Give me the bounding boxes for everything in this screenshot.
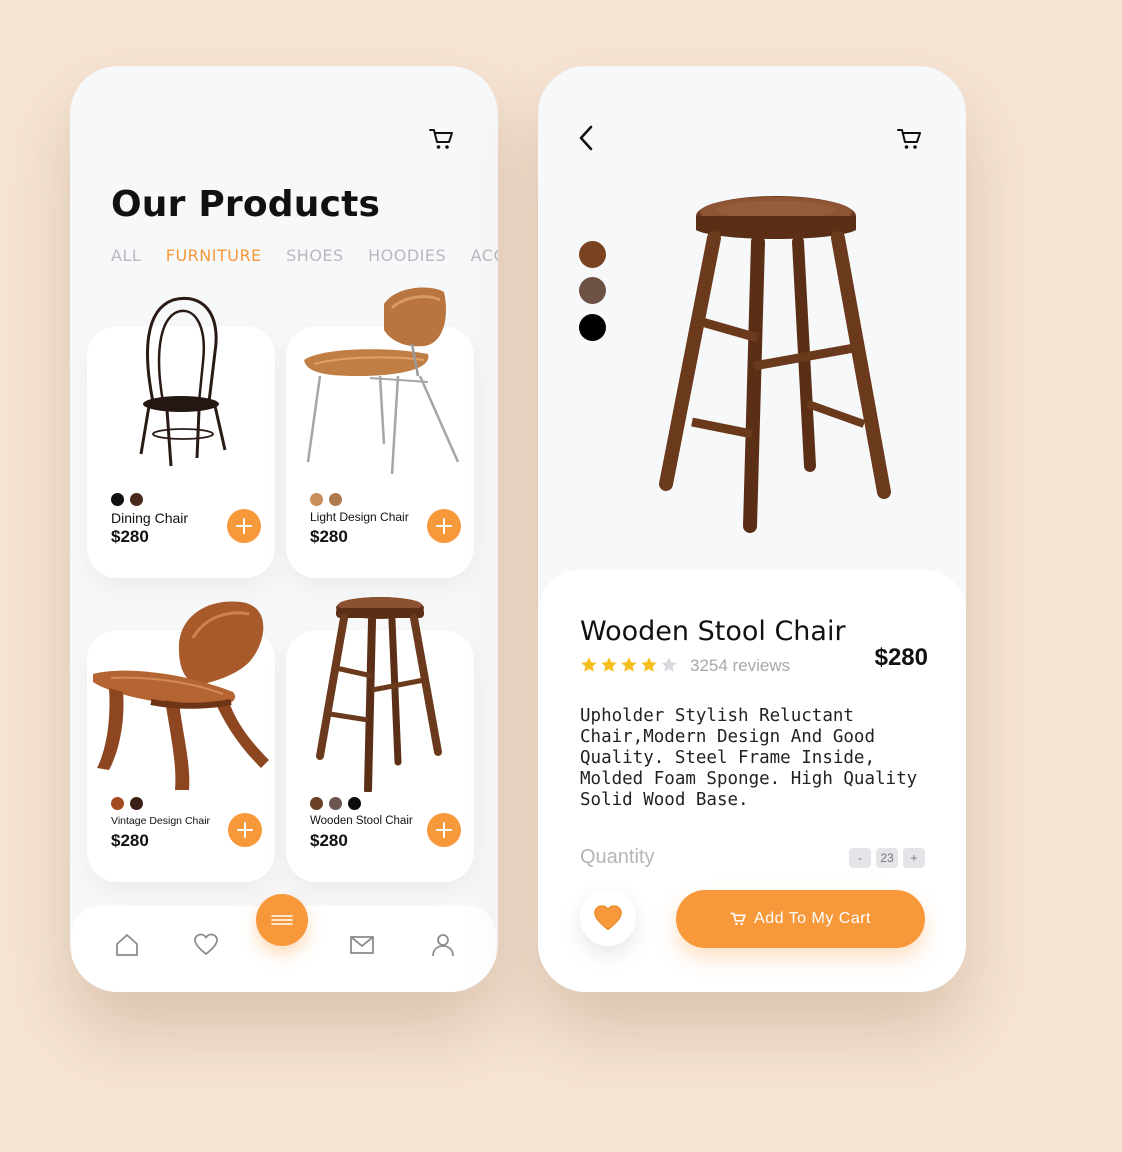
- swatch[interactable]: [348, 797, 361, 810]
- quantity-decrease-button[interactable]: -: [849, 848, 871, 868]
- color-swatches: [310, 493, 342, 506]
- plus-icon: [436, 822, 452, 838]
- heart-icon[interactable]: [193, 932, 219, 958]
- tab-furniture[interactable]: FURNITURE: [166, 246, 262, 265]
- category-tabs: ALL FURNITURE SHOES HOODIES ACCESSORIES: [111, 246, 498, 270]
- plus-icon: [436, 518, 452, 534]
- product-card-dining-chair[interactable]: Dining Chair $280: [87, 296, 275, 578]
- tab-shoes[interactable]: SHOES: [286, 246, 344, 265]
- product-price: $280: [310, 527, 348, 546]
- cart-icon[interactable]: [896, 126, 922, 152]
- swatch[interactable]: [310, 493, 323, 506]
- swatch[interactable]: [111, 797, 124, 810]
- product-card-vintage-design-chair[interactable]: Vintage Design Chair $280: [87, 601, 275, 882]
- wooden-stool-image: [316, 597, 442, 792]
- product-list-screen: Our Products ALL FURNITURE SHOES HOODIES…: [70, 66, 498, 992]
- add-to-cart-button[interactable]: [227, 509, 261, 543]
- product-card-wooden-stool-chair[interactable]: Wooden Stool Chair $280: [286, 597, 474, 882]
- product-detail-screen: Wooden Stool Chair 3254 reviews $280 Uph…: [538, 66, 966, 992]
- product-name: Vintage Design Chair: [111, 815, 211, 827]
- add-to-cart-button[interactable]: [228, 813, 262, 847]
- color-option-black[interactable]: [579, 314, 606, 341]
- product-name: Wooden Stool Chair: [310, 815, 413, 827]
- menu-icon: [271, 915, 293, 925]
- swatch[interactable]: [130, 797, 143, 810]
- product-name: Wooden Stool Chair: [580, 616, 846, 647]
- product-price: $280: [310, 831, 348, 850]
- favorite-button[interactable]: [580, 890, 636, 946]
- rating-stars: [580, 656, 678, 674]
- product-card-light-design-chair[interactable]: Light Design Chair $280: [286, 287, 474, 578]
- color-option-taupe[interactable]: [579, 277, 606, 304]
- color-option-brown[interactable]: [579, 241, 606, 268]
- dining-chair-image: [139, 296, 227, 467]
- product-name: Dining Chair: [111, 510, 189, 526]
- home-icon[interactable]: [114, 932, 140, 958]
- menu-button[interactable]: [256, 894, 308, 946]
- product-name: Light Design Chair: [310, 510, 409, 524]
- product-description: Upholder Stylish Reluctant Chair,Modern …: [580, 706, 918, 810]
- star-empty-icon: [661, 657, 677, 672]
- vintage-design-chair-image: [93, 601, 269, 790]
- cart-icon: [730, 912, 746, 926]
- mail-icon[interactable]: [349, 932, 375, 958]
- quantity-increase-button[interactable]: +: [903, 848, 925, 868]
- heart-filled-icon: [594, 905, 622, 931]
- swatch[interactable]: [329, 797, 342, 810]
- quantity-value[interactable]: 23: [876, 848, 898, 868]
- quantity-label: Quantity: [580, 846, 655, 868]
- swatch[interactable]: [310, 797, 323, 810]
- swatch[interactable]: [130, 493, 143, 506]
- plus-icon: [237, 822, 253, 838]
- add-to-cart-label: Add To My Cart: [754, 910, 871, 927]
- star-icon: [581, 657, 597, 672]
- review-count[interactable]: 3254 reviews: [690, 656, 790, 676]
- star-icon: [641, 657, 657, 672]
- wooden-stool-large-image: [659, 196, 891, 533]
- color-swatches: [111, 797, 143, 810]
- plus-icon: [236, 518, 252, 534]
- product-price: $280: [111, 527, 149, 546]
- star-icon: [601, 657, 617, 672]
- back-icon[interactable]: [576, 124, 598, 152]
- color-swatches: [310, 797, 361, 810]
- product-price: $280: [111, 831, 149, 850]
- cart-icon[interactable]: [428, 126, 454, 152]
- swatch[interactable]: [111, 493, 124, 506]
- star-icon: [621, 657, 637, 672]
- add-to-cart-button[interactable]: [427, 813, 461, 847]
- product-detail-sheet: Wooden Stool Chair 3254 reviews $280 Uph…: [538, 570, 966, 992]
- product-price: $280: [874, 644, 928, 671]
- add-to-cart-button[interactable]: [427, 509, 461, 543]
- tab-hoodies[interactable]: HOODIES: [368, 246, 446, 265]
- user-icon[interactable]: [430, 932, 456, 958]
- add-to-my-cart-button[interactable]: Add To My Cart: [676, 890, 925, 948]
- tab-all[interactable]: ALL: [111, 246, 141, 265]
- swatch[interactable]: [329, 493, 342, 506]
- light-design-chair-image: [304, 287, 460, 475]
- tab-accessories[interactable]: ACCESSORIES: [471, 246, 498, 265]
- color-swatches: [111, 493, 143, 506]
- page-title: Our Products: [111, 184, 381, 225]
